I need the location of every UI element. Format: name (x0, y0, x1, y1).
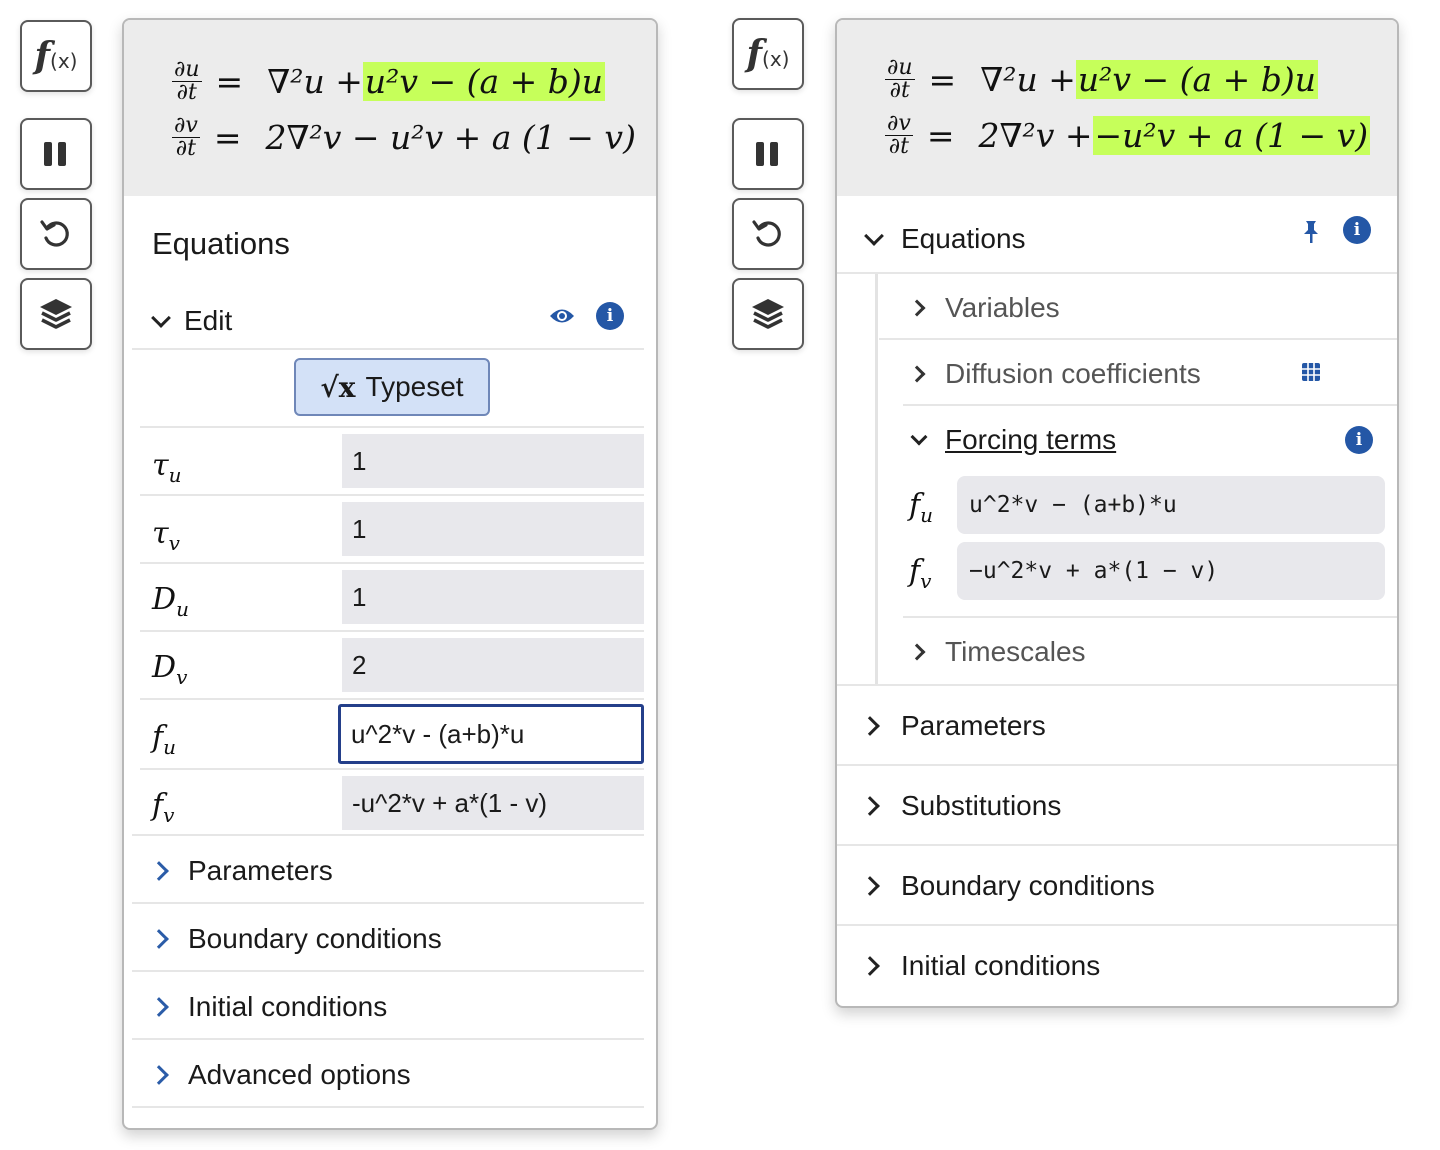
chevron-down-icon (910, 428, 928, 446)
reset-icon (40, 220, 69, 247)
subsection-variables[interactable]: Variables (893, 278, 1397, 338)
chevron-down-icon (151, 308, 171, 328)
layers-button[interactable] (20, 278, 92, 350)
tau-u-input[interactable]: 1 (342, 434, 644, 488)
edit-label: Edit (184, 305, 233, 336)
right-equations-panel: ∂u ∂t = ∇²u + u²v − (a + b)u ∂v ∂t = 2∇²v … (835, 18, 1399, 1008)
equation-u: ∂u ∂t = ∇²u + u²v − (a + b)u (172, 56, 606, 105)
chevron-right-icon (860, 876, 880, 896)
chevron-right-icon (908, 299, 926, 317)
section-substitutions[interactable]: Substitutions (837, 770, 1397, 842)
pause-button[interactable] (732, 118, 804, 190)
info-icon[interactable]: i (1343, 216, 1371, 244)
chevron-right-icon (908, 365, 926, 383)
subsection-timescales[interactable]: Timescales (893, 622, 1397, 682)
tau-v-label: τv (152, 516, 180, 555)
d-u-input[interactable]: 1 (342, 570, 644, 624)
panel-title: Equations (152, 226, 290, 261)
sqrt-icon: √x (320, 370, 356, 404)
panel-title: Equations (901, 223, 1026, 254)
chevron-right-icon (860, 796, 880, 816)
section-advanced-options[interactable]: Advanced options (132, 1044, 644, 1106)
f-v-input[interactable]: −u^2*v + a*(1 − v) (957, 542, 1385, 600)
typeset-button[interactable]: √x Typeset (294, 358, 490, 416)
fx-icon: f(x) (34, 35, 78, 77)
tau-u-label: τu (152, 448, 182, 487)
f-u-label: fu (152, 720, 176, 759)
fx-icon: f(x) (746, 33, 790, 75)
fx-equations-button[interactable]: f(x) (732, 18, 804, 90)
pin-icon[interactable] (1299, 218, 1323, 246)
f-u-input[interactable]: u^2*v − (a+b)*u (957, 476, 1385, 534)
f-v-label: fv (909, 554, 932, 593)
chevron-right-icon (860, 716, 880, 736)
fx-equations-button[interactable]: f(x) (20, 20, 92, 92)
chevron-down-icon (864, 226, 884, 246)
left-equations-panel: ∂u ∂t = ∇²u + u²v − (a + b)u ∂v ∂t = 2∇²v … (122, 18, 658, 1130)
section-initial-conditions[interactable]: Initial conditions (837, 930, 1397, 1002)
layers-button[interactable] (732, 278, 804, 350)
grid-icon[interactable] (1301, 362, 1321, 382)
equation-v: ∂v ∂t = 2∇²v − u²v + a (1 − v) (172, 112, 636, 161)
layers-icon (40, 299, 72, 329)
section-parameters[interactable]: Parameters (837, 690, 1397, 762)
chevron-right-icon (149, 929, 169, 949)
layers-icon (752, 299, 784, 329)
subsection-diffusion-coefficients[interactable]: Diffusion coefficients (893, 344, 1397, 404)
info-icon[interactable]: i (1345, 426, 1373, 454)
chevron-right-icon (149, 997, 169, 1017)
d-v-label: Dv (152, 650, 188, 689)
chevron-right-icon (149, 861, 169, 881)
f-v-label: fv (152, 788, 175, 827)
chevron-right-icon (860, 956, 880, 976)
section-boundary-conditions[interactable]: Boundary conditions (837, 850, 1397, 922)
eye-icon[interactable] (548, 305, 576, 327)
info-icon[interactable]: i (596, 302, 624, 330)
subsection-forcing-terms[interactable]: Forcing terms (893, 410, 1397, 470)
reset-icon (752, 220, 781, 247)
d-u-label: Du (152, 582, 189, 621)
reset-button[interactable] (20, 198, 92, 270)
f-u-label: fu (909, 488, 933, 527)
equation-u: ∂u ∂t = ∇²u + u²v − (a + b)u (885, 54, 1319, 103)
reset-button[interactable] (732, 198, 804, 270)
equation-display: ∂u ∂t = ∇²u + u²v − (a + b)u ∂v ∂t = 2∇²v … (837, 20, 1397, 196)
chevron-right-icon (149, 1065, 169, 1085)
pause-button[interactable] (20, 118, 92, 190)
equation-display: ∂u ∂t = ∇²u + u²v − (a + b)u ∂v ∂t = 2∇²v … (124, 20, 656, 196)
d-v-input[interactable]: 2 (342, 638, 644, 692)
pause-icon (756, 142, 778, 166)
section-boundary-conditions[interactable]: Boundary conditions (132, 908, 644, 970)
section-parameters[interactable]: Parameters (132, 840, 644, 902)
tau-v-input[interactable]: 1 (342, 502, 644, 556)
equation-v: ∂v ∂t = 2∇²v + −u²v + a (1 − v) (885, 110, 1371, 159)
f-v-input[interactable]: -u^2*v + a*(1 - v) (342, 776, 644, 830)
chevron-right-icon (908, 643, 926, 661)
typeset-label: Typeset (365, 371, 464, 402)
section-initial-conditions[interactable]: Initial conditions (132, 976, 644, 1038)
pause-icon (44, 142, 66, 166)
f-u-input[interactable]: u^2*v - (a+b)*u (338, 704, 644, 764)
